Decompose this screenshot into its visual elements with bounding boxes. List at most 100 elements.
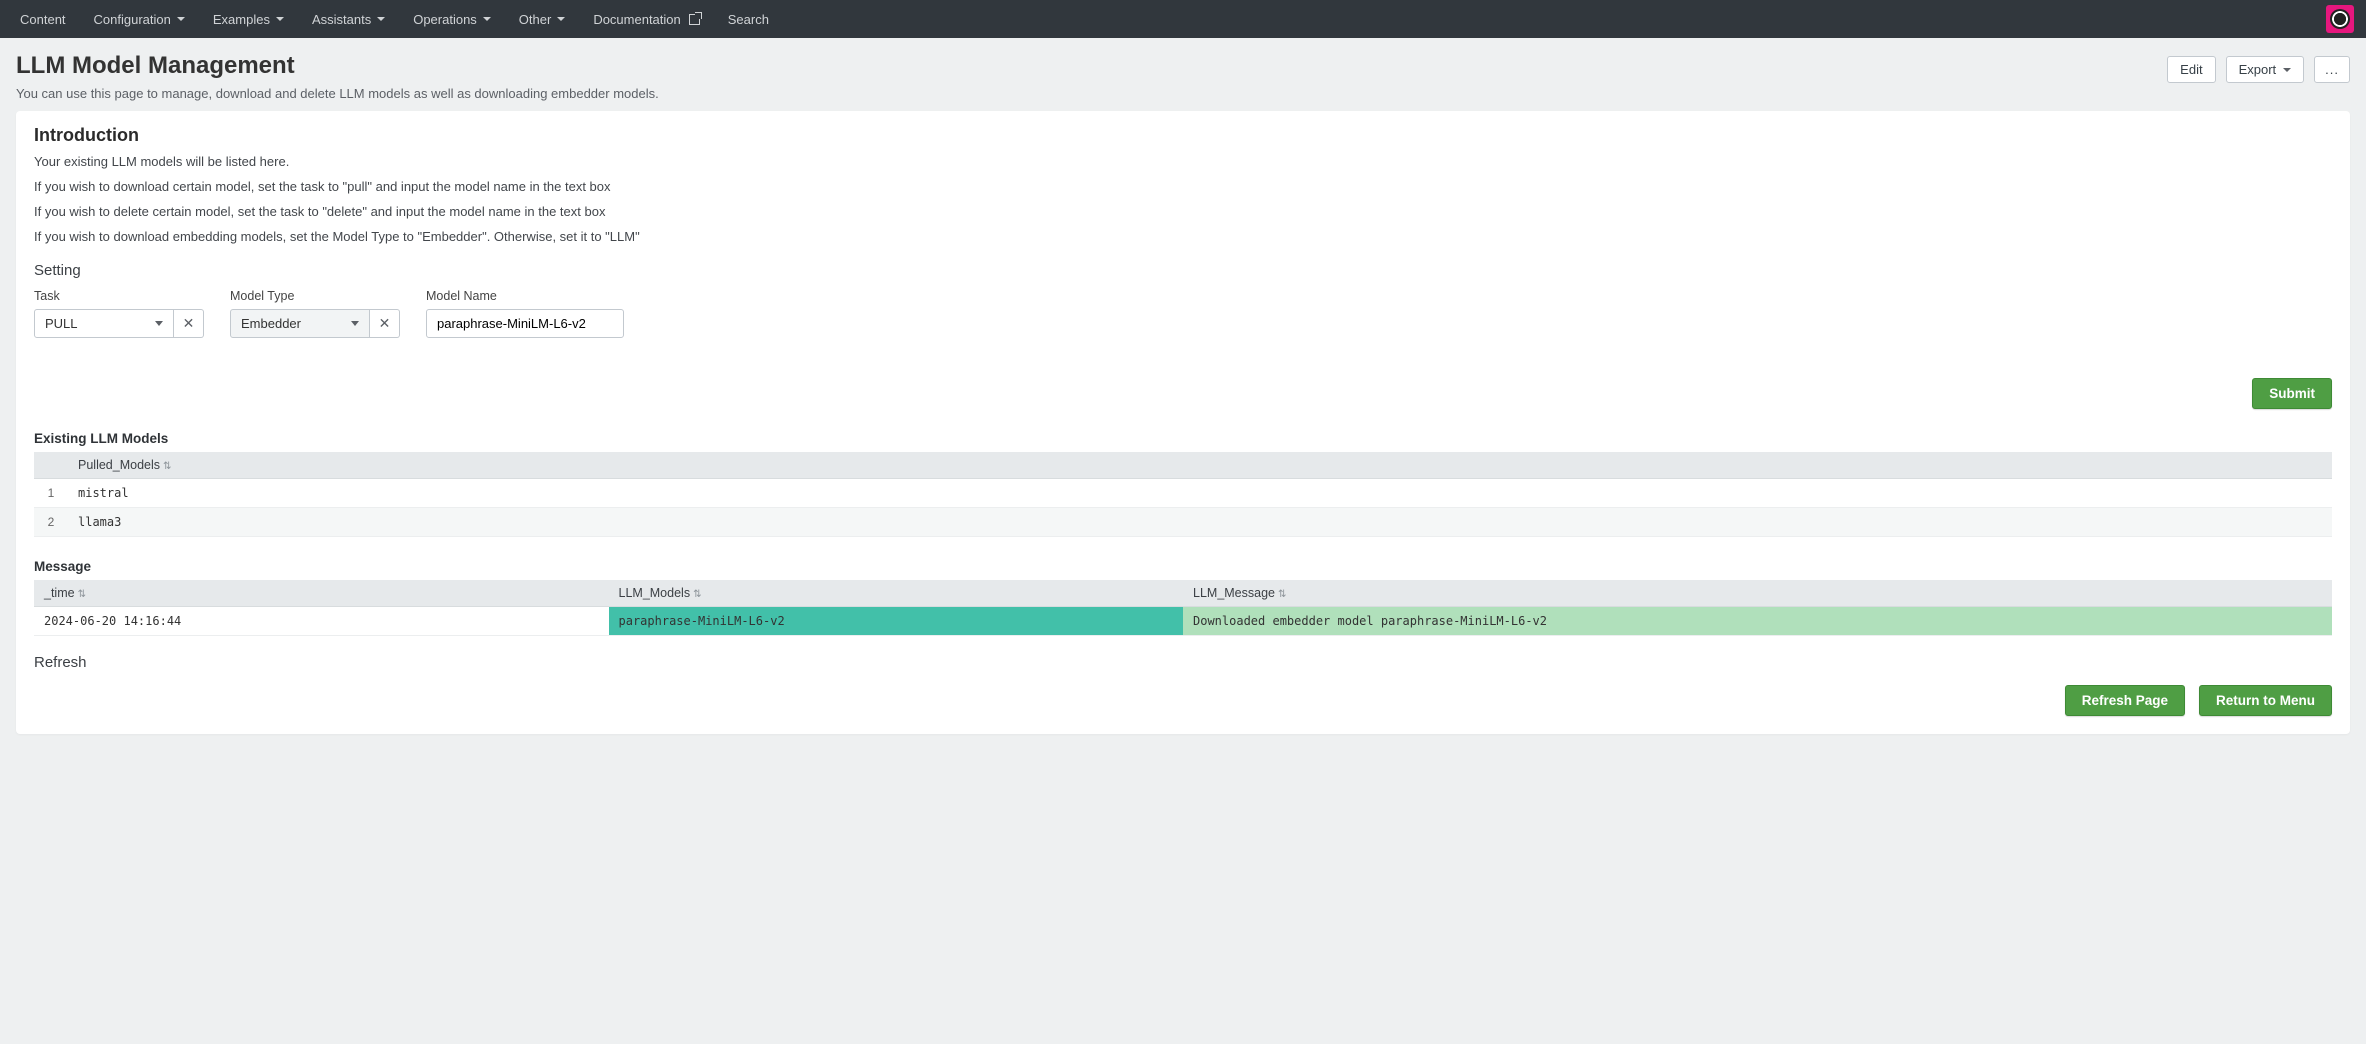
- modeltype-select-value: Embedder: [241, 316, 301, 331]
- main-panel: Introduction Your existing LLM models wi…: [16, 111, 2350, 734]
- existing-models-section: Existing LLM Models Pulled_Models⇅ 1 mis…: [34, 431, 2332, 537]
- table-row: 2 llama3: [34, 508, 2332, 537]
- nav-label: Examples: [213, 12, 270, 27]
- nav-label: Other: [519, 12, 552, 27]
- llm-models-header[interactable]: LLM_Models⇅: [609, 580, 1184, 607]
- nav-right: [2326, 5, 2360, 33]
- nav-label: Documentation: [593, 12, 680, 27]
- refresh-heading: Refresh: [34, 654, 2332, 671]
- nav-item-other[interactable]: Other: [505, 0, 580, 38]
- page-title: LLM Model Management: [16, 52, 659, 80]
- button-label: Export: [2239, 62, 2277, 77]
- time-header[interactable]: _time⇅: [34, 580, 609, 607]
- page-header-actions: Edit Export ...: [2167, 52, 2350, 83]
- modelname-input[interactable]: [426, 309, 624, 338]
- existing-models-heading: Existing LLM Models: [34, 431, 2332, 446]
- introduction-section: Introduction Your existing LLM models wi…: [34, 125, 2332, 244]
- close-icon: ✕: [379, 315, 391, 332]
- refresh-section: Refresh Refresh Page Return to Menu: [34, 654, 2332, 716]
- intro-line: If you wish to delete certain model, set…: [34, 204, 2332, 219]
- setting-form-row: Task PULL ✕ Model Type Embedder: [34, 289, 2332, 338]
- modeltype-group: Model Type Embedder ✕: [230, 289, 400, 338]
- button-label: Submit: [2269, 386, 2315, 401]
- llm-message-header[interactable]: LLM_Message⇅: [1183, 580, 2332, 607]
- table-index-header: [34, 452, 68, 479]
- sort-icon: ⇅: [693, 589, 701, 600]
- nav-item-documentation[interactable]: Documentation: [579, 0, 713, 38]
- nav-item-assistants[interactable]: Assistants: [298, 0, 399, 38]
- setting-section: Setting Task PULL ✕ Model Type: [34, 262, 2332, 409]
- nav-item-configuration[interactable]: Configuration: [80, 0, 199, 38]
- avatar[interactable]: [2326, 5, 2354, 33]
- submit-button[interactable]: Submit: [2252, 378, 2332, 409]
- chevron-down-icon: [351, 321, 359, 326]
- task-select-value: PULL: [45, 316, 78, 331]
- page-header: LLM Model Management You can use this pa…: [0, 38, 2366, 111]
- setting-heading: Setting: [34, 262, 2332, 279]
- llm-models-cell: paraphrase-MiniLM-L6-v2: [609, 607, 1184, 636]
- intro-line: If you wish to download certain model, s…: [34, 179, 2332, 194]
- column-label: Pulled_Models: [78, 458, 160, 472]
- nav-label: Assistants: [312, 12, 371, 27]
- pulled-models-header[interactable]: Pulled_Models⇅: [68, 452, 2332, 479]
- modeltype-clear-button[interactable]: ✕: [370, 309, 400, 338]
- more-actions-button[interactable]: ...: [2314, 56, 2350, 83]
- nav-label: Content: [20, 12, 66, 27]
- chevron-down-icon: [177, 17, 185, 21]
- message-table: _time⇅ LLM_Models⇅ LLM_Message⇅ 2024-06-…: [34, 580, 2332, 636]
- task-select-wrap: PULL ✕: [34, 309, 204, 338]
- modelname-group: Model Name: [426, 289, 624, 338]
- button-label: Edit: [2180, 62, 2202, 77]
- return-to-menu-button[interactable]: Return to Menu: [2199, 685, 2332, 716]
- message-heading: Message: [34, 559, 2332, 574]
- chevron-down-icon: [557, 17, 565, 21]
- button-label: ...: [2325, 62, 2339, 77]
- row-index: 1: [34, 479, 68, 508]
- external-link-icon: [689, 14, 700, 25]
- nav-label: Search: [728, 12, 769, 27]
- column-label: _time: [44, 586, 75, 600]
- nav-label: Operations: [413, 12, 477, 27]
- llm-message-cell: Downloaded embedder model paraphrase-Min…: [1183, 607, 2332, 636]
- page-header-text: LLM Model Management You can use this pa…: [16, 52, 659, 101]
- task-group: Task PULL ✕: [34, 289, 204, 338]
- export-button[interactable]: Export: [2226, 56, 2305, 83]
- pulled-model-cell: mistral: [68, 479, 2332, 508]
- chevron-down-icon: [483, 17, 491, 21]
- avatar-icon: [2330, 9, 2350, 29]
- modelname-label: Model Name: [426, 289, 624, 303]
- button-label: Return to Menu: [2216, 693, 2315, 708]
- nav-item-operations[interactable]: Operations: [399, 0, 505, 38]
- task-clear-button[interactable]: ✕: [174, 309, 204, 338]
- nav-item-examples[interactable]: Examples: [199, 0, 298, 38]
- edit-button[interactable]: Edit: [2167, 56, 2215, 83]
- task-select[interactable]: PULL: [34, 309, 174, 338]
- sort-icon: ⇅: [1278, 589, 1286, 600]
- introduction-heading: Introduction: [34, 125, 2332, 146]
- nav-left: Content Configuration Examples Assistant…: [6, 0, 783, 38]
- page-description: You can use this page to manage, downloa…: [16, 86, 659, 101]
- nav-item-content[interactable]: Content: [6, 0, 80, 38]
- table-row: 2024-06-20 14:16:44 paraphrase-MiniLM-L6…: [34, 607, 2332, 636]
- top-navbar: Content Configuration Examples Assistant…: [0, 0, 2366, 38]
- modeltype-select[interactable]: Embedder: [230, 309, 370, 338]
- intro-line: Your existing LLM models will be listed …: [34, 154, 2332, 169]
- column-label: LLM_Models: [619, 586, 691, 600]
- chevron-down-icon: [377, 17, 385, 21]
- modeltype-select-wrap: Embedder ✕: [230, 309, 400, 338]
- refresh-page-button[interactable]: Refresh Page: [2065, 685, 2185, 716]
- table-row: 1 mistral: [34, 479, 2332, 508]
- message-section: Message _time⇅ LLM_Models⇅ LLM_Message⇅: [34, 559, 2332, 636]
- bottom-actions: Refresh Page Return to Menu: [34, 685, 2332, 716]
- sort-icon: ⇅: [78, 589, 86, 600]
- submit-row: Submit: [34, 378, 2332, 409]
- button-label: Refresh Page: [2082, 693, 2168, 708]
- column-label: LLM_Message: [1193, 586, 1275, 600]
- nav-item-search[interactable]: Search: [714, 0, 783, 38]
- row-index: 2: [34, 508, 68, 537]
- sort-icon: ⇅: [163, 461, 171, 472]
- modeltype-label: Model Type: [230, 289, 400, 303]
- existing-models-table: Pulled_Models⇅ 1 mistral 2 llama3: [34, 452, 2332, 537]
- close-icon: ✕: [183, 315, 195, 332]
- time-cell: 2024-06-20 14:16:44: [34, 607, 609, 636]
